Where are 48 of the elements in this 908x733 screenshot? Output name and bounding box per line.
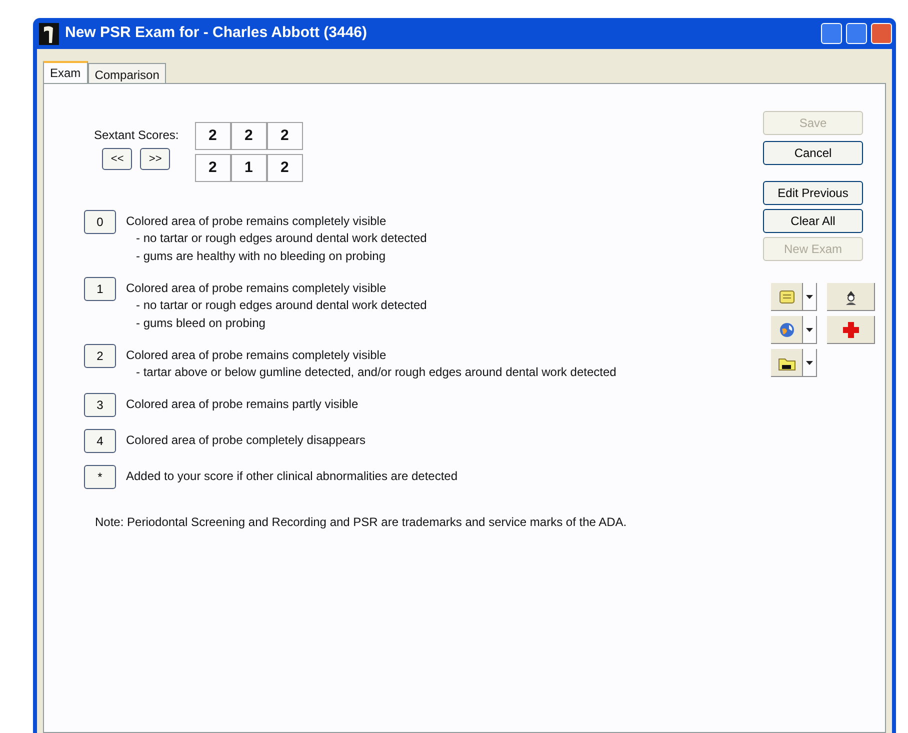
tab[interactable]: Exam bbox=[43, 61, 88, 83]
minimize-button[interactable] bbox=[821, 23, 842, 44]
action-button[interactable]: Clear All bbox=[763, 209, 863, 233]
app-icon bbox=[39, 22, 59, 44]
sextant-label: Sextant Scores: bbox=[94, 127, 179, 144]
previous-button[interactable]: << bbox=[102, 148, 132, 170]
score-key-button[interactable]: 3 bbox=[84, 393, 116, 417]
globe-icon bbox=[778, 320, 796, 338]
toolbar-button[interactable] bbox=[771, 349, 803, 377]
description-text: Added to your score if other clinical abnormalities are detected bbox=[126, 468, 458, 484]
detail-text: - no tartar or rough edges around dental work detected bbox=[135, 230, 427, 247]
score-cell[interactable]: 2 bbox=[266, 154, 303, 182]
dropdown-button[interactable] bbox=[803, 349, 817, 377]
maximize-button[interactable] bbox=[846, 23, 867, 44]
score-key-button[interactable]: 2 bbox=[84, 344, 116, 368]
description-text: Colored area of probe remains completely visible bbox=[126, 213, 388, 229]
caret-icon bbox=[806, 360, 813, 364]
note-text: Note: Periodontal Screening and Recording and PSR are trademarks and service marks of the ADA. bbox=[94, 514, 628, 531]
next-button[interactable]: >> bbox=[140, 148, 170, 170]
score-key-button[interactable]: 0 bbox=[84, 210, 116, 234]
caret-icon bbox=[806, 294, 813, 298]
detail-text: - no tartar or rough edges around dental work detected bbox=[135, 297, 427, 314]
description-text: Colored area of probe remains completely visible bbox=[126, 347, 388, 363]
score-key-button[interactable]: 4 bbox=[84, 429, 116, 453]
description-text: Colored area of probe remains completely visible bbox=[126, 280, 388, 296]
window-title: New PSR Exam for - Charles Abbott (3446) bbox=[65, 23, 368, 44]
cross-icon bbox=[842, 320, 860, 338]
detail-text: - tartar above or below gumline detected, and/or rough edges around dental work detected bbox=[135, 364, 616, 381]
description-text: Colored area of probe remains partly visible bbox=[126, 396, 358, 412]
toolbar-button[interactable] bbox=[827, 283, 875, 311]
score-cell[interactable]: 2 bbox=[194, 122, 231, 150]
detail-text: - gums are healthy with no bleeding on probing bbox=[135, 248, 386, 265]
score-cell[interactable]: 2 bbox=[194, 154, 231, 182]
action-button[interactable]: Edit Previous bbox=[763, 181, 863, 205]
description-text: Colored area of probe completely disappears bbox=[126, 432, 366, 448]
score-cell[interactable]: 1 bbox=[230, 154, 267, 182]
tab[interactable]: Comparison bbox=[88, 63, 166, 83]
detail-text: - gums bleed on probing bbox=[135, 315, 266, 332]
caret-icon bbox=[806, 328, 813, 332]
notes-icon bbox=[778, 288, 796, 306]
dropdown-button[interactable] bbox=[803, 316, 817, 344]
dropdown-button[interactable] bbox=[803, 283, 817, 311]
score-cell[interactable]: 2 bbox=[266, 122, 303, 150]
action-button[interactable]: Cancel bbox=[763, 141, 863, 165]
score-key-button[interactable]: * bbox=[84, 465, 116, 489]
score-cell[interactable]: 2 bbox=[230, 122, 267, 150]
close-button[interactable] bbox=[871, 23, 892, 44]
score-key-button[interactable]: 1 bbox=[84, 277, 116, 301]
